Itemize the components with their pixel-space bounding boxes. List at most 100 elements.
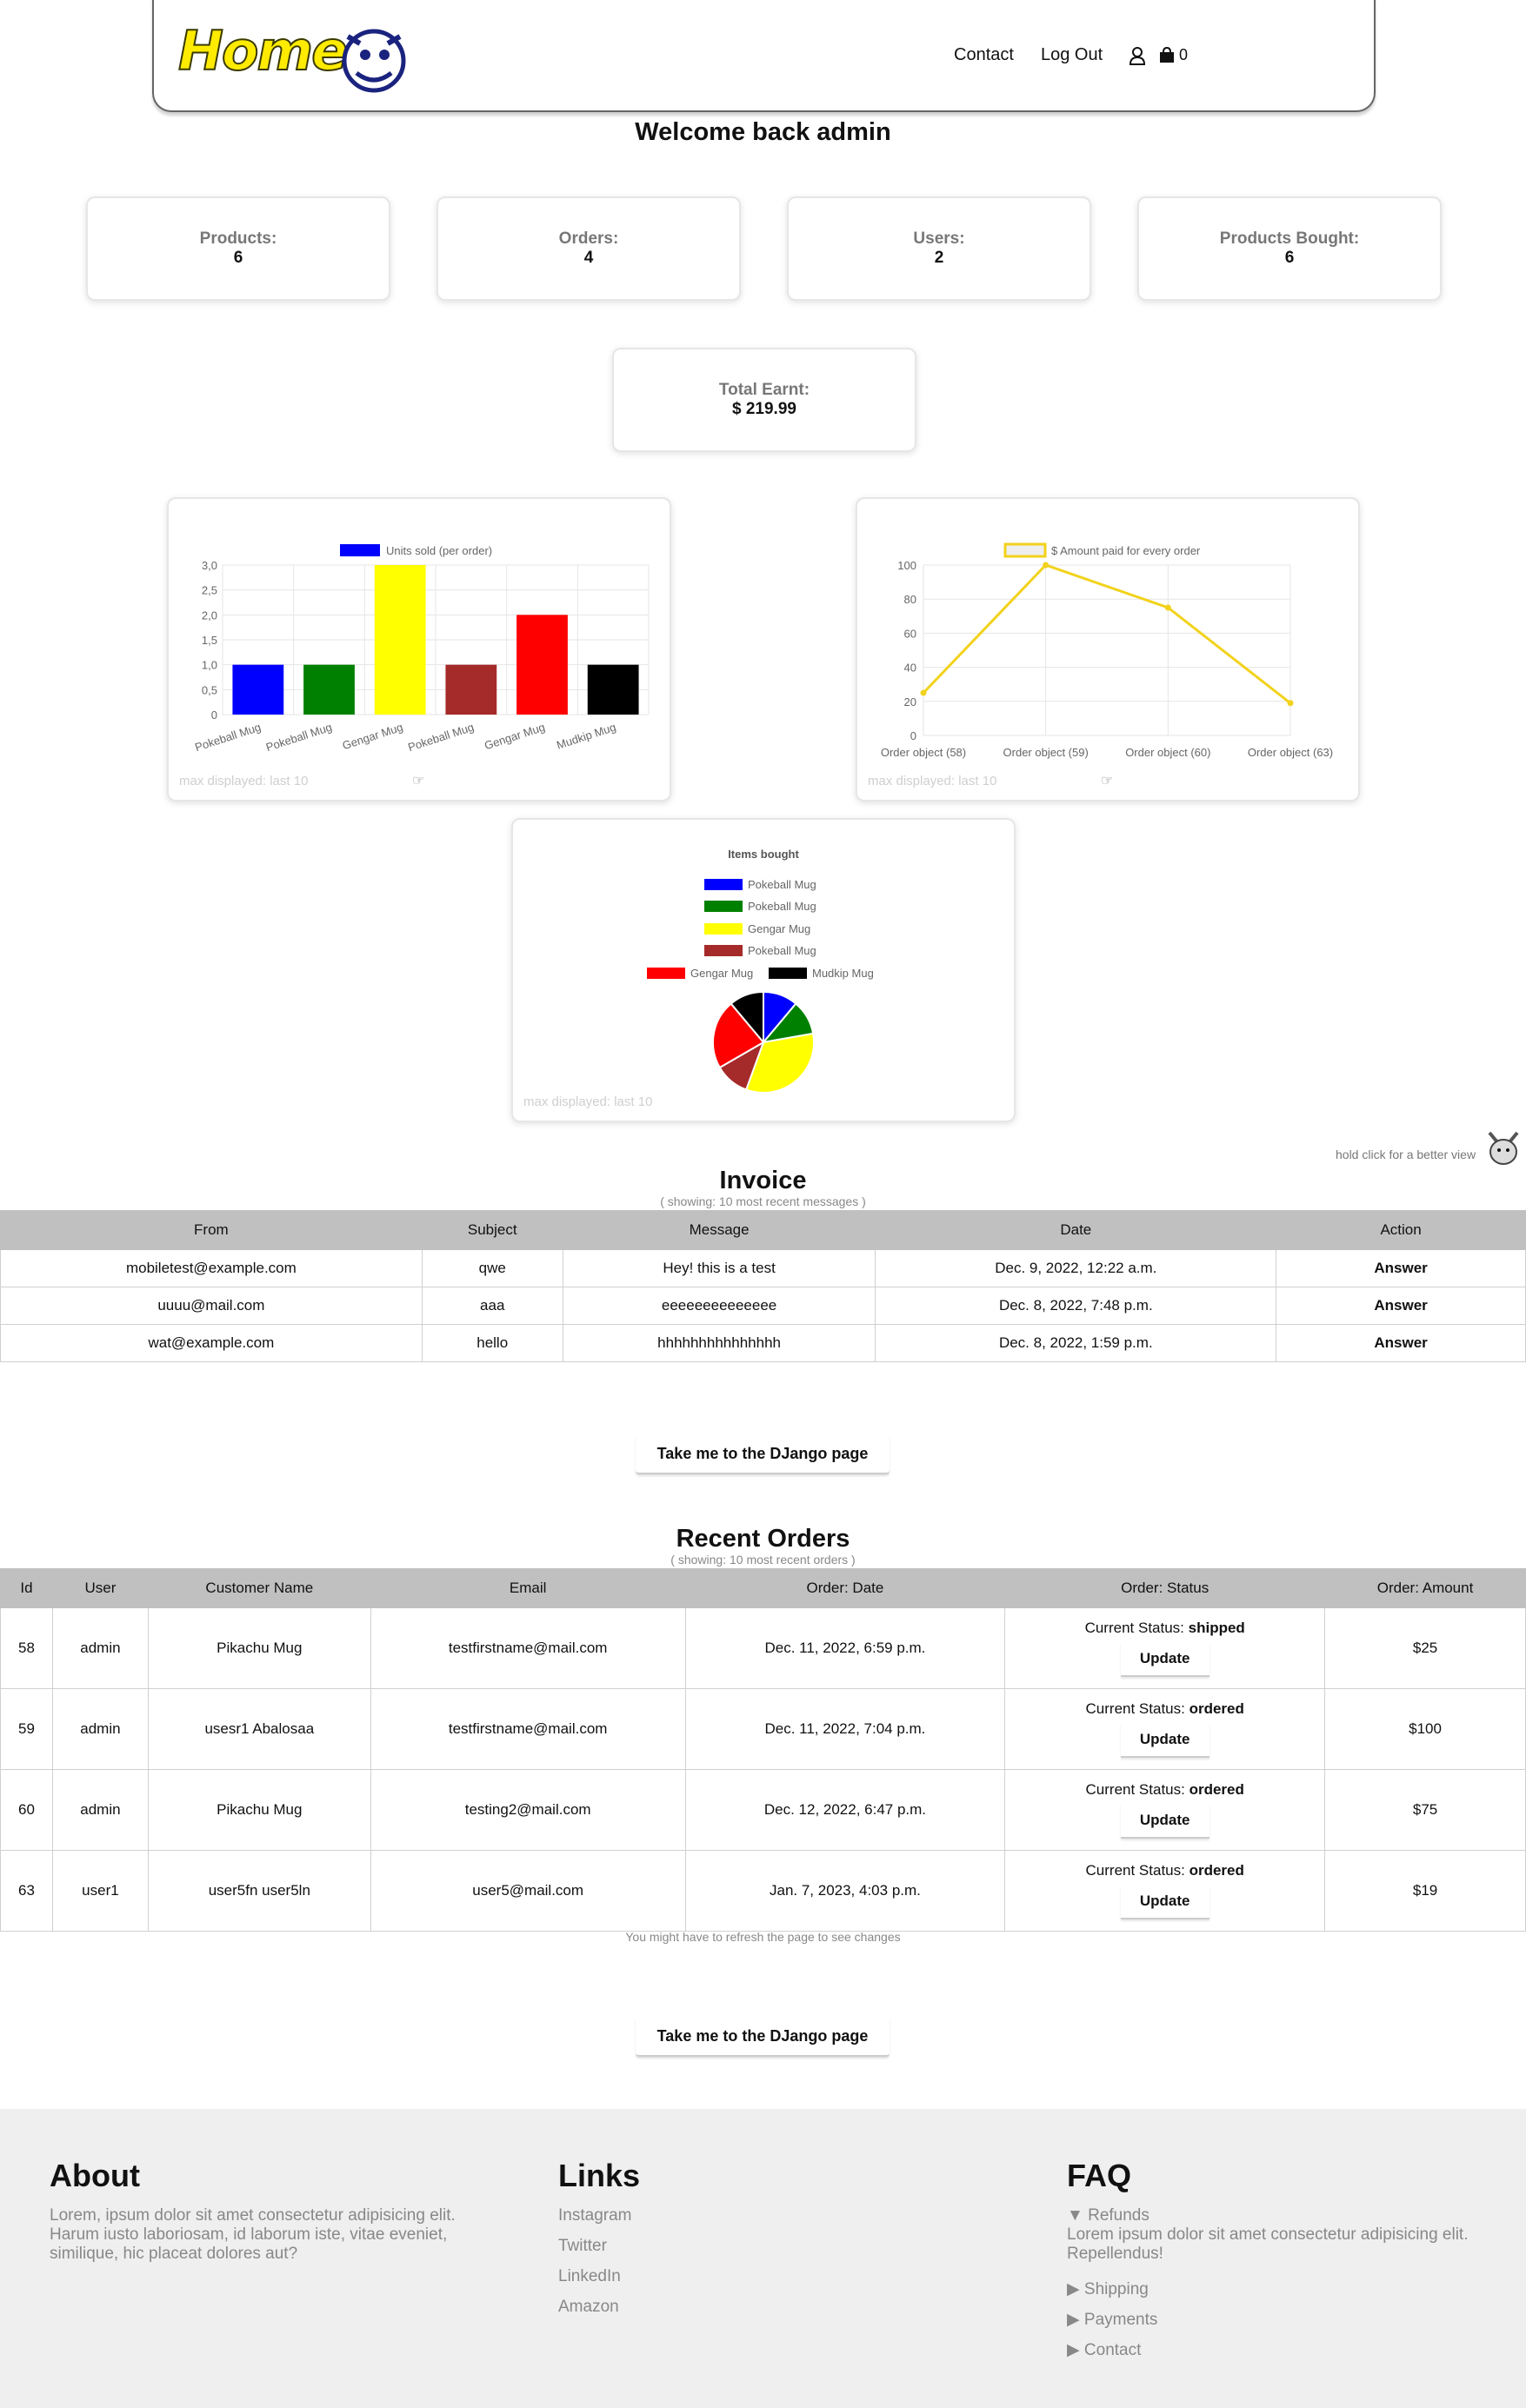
faq-item-shipping[interactable]: ▶ Shipping bbox=[1067, 2279, 1149, 2299]
from-cell: mobiletest@example.com bbox=[0, 1249, 423, 1287]
y-tick-label: 20 bbox=[904, 695, 916, 708]
legend-swatch bbox=[704, 923, 743, 935]
x-tick-label: Gengar Mug bbox=[341, 721, 404, 753]
bar bbox=[445, 664, 497, 715]
y-tick-label: 60 bbox=[904, 627, 916, 640]
status-prefix: Current Status: bbox=[1085, 1781, 1185, 1798]
legend-swatch bbox=[704, 945, 743, 956]
status-value: shipped bbox=[1188, 1620, 1245, 1636]
bar-chart[interactable]: Units sold (per order) 0 0,5 1,0 1,5 2,0 2,5 3,… bbox=[169, 499, 670, 800]
status-prefix: Current Status: bbox=[1085, 1700, 1185, 1717]
legend-label: Gengar Mug bbox=[690, 967, 753, 980]
invoice-subtitle: ( showing: 10 most recent messages ) bbox=[660, 1194, 866, 1208]
legend-swatch bbox=[704, 901, 743, 912]
cart-count: 0 bbox=[1179, 46, 1189, 63]
nav-contact-link[interactable]: Contact bbox=[954, 45, 1014, 65]
faq-item-contact[interactable]: ▶ Contact bbox=[1067, 2340, 1141, 2360]
orders-table: Id User Customer Name Email Order: Date … bbox=[0, 1568, 1526, 1932]
chart-title: Items bought bbox=[728, 848, 799, 861]
status-value: ordered bbox=[1189, 1781, 1244, 1798]
status-cell: Current Status: ordered Update bbox=[1004, 1850, 1326, 1932]
legend-swatch bbox=[769, 968, 807, 979]
update-button[interactable]: Update bbox=[1120, 1885, 1209, 1919]
welcome-heading: Welcome back admin bbox=[635, 118, 891, 146]
y-tick-label: 0 bbox=[211, 708, 217, 722]
legend-label: Pokeball Mug bbox=[748, 944, 816, 957]
x-tick-label: Pokeball Mug bbox=[193, 721, 263, 755]
footer-about-title: About bbox=[50, 2158, 140, 2193]
max-displayed-note: max displayed: last 10 bbox=[523, 1094, 653, 1109]
column-header: Order: Amount bbox=[1324, 1568, 1526, 1608]
footer-links-title: Links bbox=[558, 2158, 641, 2193]
django-page-button[interactable]: Take me to the DJango page bbox=[636, 2017, 890, 2057]
triangle-right-icon: ▶ bbox=[1067, 2341, 1080, 2359]
hand-pointer-icon: ☞ bbox=[1101, 774, 1114, 788]
faq-item-label: Shipping bbox=[1083, 2280, 1149, 2298]
faq-item-label: Contact bbox=[1083, 2341, 1142, 2359]
x-tick-label: Order object (59) bbox=[1003, 746, 1089, 759]
subject-cell: aaa bbox=[421, 1287, 563, 1325]
column-header: Customer Name bbox=[147, 1568, 371, 1608]
column-header: Id bbox=[0, 1568, 53, 1608]
stat-card-products: Products: 6 bbox=[86, 196, 390, 301]
faq-item-refunds[interactable]: ▼ Refunds bbox=[1067, 2206, 1149, 2225]
customer-cell: user5fn user5ln bbox=[147, 1850, 371, 1932]
table-row: wat@example.com hello hhhhhhhhhhhhhhh De… bbox=[0, 1324, 1526, 1362]
stat-card-orders: Orders: 4 bbox=[436, 196, 741, 301]
cart-icon[interactable] bbox=[1158, 46, 1176, 63]
site-footer: About Lorem, ipsum dolor sit amet consec… bbox=[0, 2109, 1526, 2408]
data-point bbox=[1043, 562, 1050, 569]
x-tick-label: Gengar Mug bbox=[483, 721, 546, 753]
footer-faq-title: FAQ bbox=[1067, 2158, 1132, 2193]
answer-button[interactable]: Answer bbox=[1276, 1287, 1526, 1325]
table-row: 63 user1 user5fn user5ln user5@mail.com … bbox=[0, 1850, 1526, 1932]
y-tick-label: 1,5 bbox=[202, 634, 217, 647]
id-cell: 60 bbox=[0, 1769, 53, 1851]
user-icon[interactable] bbox=[1129, 46, 1146, 65]
x-tick-label: Order object (60) bbox=[1125, 746, 1210, 759]
stat-value: 6 bbox=[233, 249, 243, 267]
column-header: Message bbox=[562, 1210, 876, 1250]
stat-value: 4 bbox=[583, 249, 594, 267]
home-logo[interactable]: Home bbox=[177, 18, 349, 83]
column-header: Order: Date bbox=[684, 1568, 1006, 1608]
date-cell: Dec. 11, 2022, 6:59 p.m. bbox=[684, 1607, 1006, 1689]
footer-link-amazon[interactable]: Amazon bbox=[558, 2298, 619, 2317]
column-header: Action bbox=[1276, 1210, 1526, 1250]
line-chart[interactable]: $ Amount paid for every order 0 20 40 60 80 10… bbox=[857, 499, 1358, 800]
table-row: 59 admin usesr1 Abalosaa testfirstname@m… bbox=[0, 1688, 1526, 1770]
answer-button[interactable]: Answer bbox=[1276, 1324, 1526, 1362]
faq-item-payments[interactable]: ▶ Payments bbox=[1067, 2310, 1157, 2330]
stat-card-products-bought: Products Bought: 6 bbox=[1137, 196, 1442, 301]
stat-value: 2 bbox=[934, 249, 944, 267]
email-cell: testfirstname@mail.com bbox=[370, 1607, 686, 1689]
triangle-right-icon: ▶ bbox=[1067, 2280, 1080, 2298]
footer-link-instagram[interactable]: Instagram bbox=[558, 2206, 631, 2225]
faq-item-label: Payments bbox=[1083, 2311, 1158, 2329]
amount-cell: $100 bbox=[1324, 1688, 1526, 1770]
legend-swatch bbox=[647, 968, 685, 979]
email-cell: testfirstname@mail.com bbox=[370, 1688, 686, 1770]
update-button[interactable]: Update bbox=[1120, 1723, 1209, 1758]
y-tick-label: 2,5 bbox=[202, 584, 217, 597]
status-prefix: Current Status: bbox=[1084, 1620, 1184, 1636]
y-tick-label: 2,0 bbox=[202, 609, 217, 622]
answer-button[interactable]: Answer bbox=[1276, 1249, 1526, 1287]
footer-link-linkedin[interactable]: LinkedIn bbox=[558, 2267, 621, 2286]
update-button[interactable]: Update bbox=[1120, 1804, 1209, 1839]
x-tick-label: Pokeball Mug bbox=[406, 721, 476, 755]
y-tick-label: 1,0 bbox=[202, 659, 217, 672]
data-point bbox=[1164, 604, 1171, 611]
bar bbox=[374, 565, 426, 715]
django-page-button[interactable]: Take me to the DJango page bbox=[636, 1434, 890, 1474]
bar bbox=[587, 664, 639, 715]
customer-cell: Pikachu Mug bbox=[147, 1607, 371, 1689]
footer-link-twitter[interactable]: Twitter bbox=[558, 2237, 607, 2256]
nav-logout-link[interactable]: Log Out bbox=[1041, 45, 1103, 65]
update-button[interactable]: Update bbox=[1120, 1642, 1209, 1677]
pokemon-mascot-icon bbox=[1488, 1131, 1519, 1165]
status-cell: Current Status: ordered Update bbox=[1004, 1769, 1326, 1851]
pie-chart[interactable]: Items bought Pokeball Mug Pokeball Mug Geng… bbox=[513, 820, 1014, 1121]
x-tick-label: Order object (58) bbox=[881, 746, 966, 759]
orders-header-row: Id User Customer Name Email Order: Date … bbox=[0, 1568, 1526, 1608]
